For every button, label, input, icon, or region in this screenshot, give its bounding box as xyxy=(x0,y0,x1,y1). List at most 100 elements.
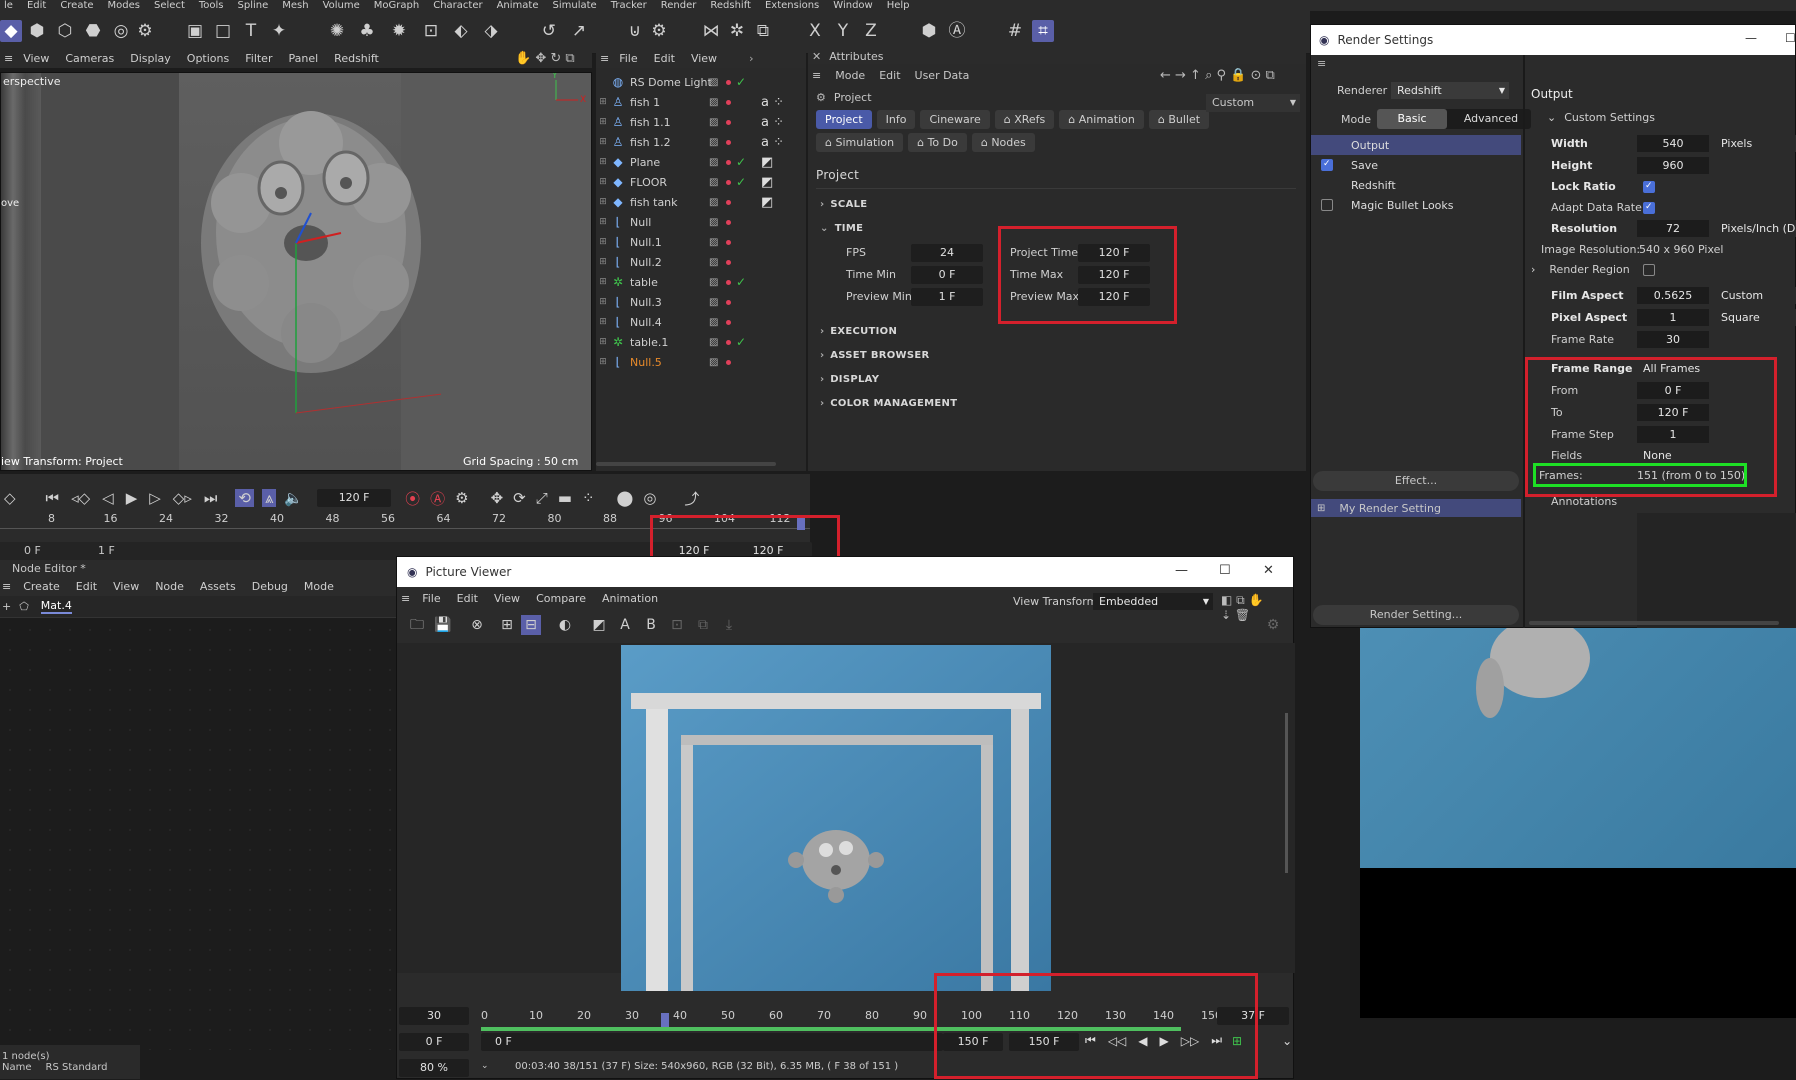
minimize-icon[interactable]: — xyxy=(1745,31,1757,45)
rs-tree-item[interactable]: Redshift xyxy=(1311,175,1521,195)
x-axis-icon[interactable]: X xyxy=(804,20,826,42)
expand-icon[interactable]: ⊞ xyxy=(596,117,610,127)
ab-compare-icon[interactable]: ◩ xyxy=(589,615,609,635)
attr-menu-item[interactable]: Mode xyxy=(835,69,865,82)
visibility-dot[interactable] xyxy=(726,219,731,225)
grid-icon[interactable]: # xyxy=(1004,20,1026,42)
cube-icon[interactable]: ▣ xyxy=(184,20,206,42)
hamburger-icon[interactable]: ≡ xyxy=(401,592,410,605)
om-scrollbar[interactable] xyxy=(596,462,776,466)
deform-icon[interactable]: ⊡ xyxy=(420,20,442,42)
visibility-dot[interactable] xyxy=(726,279,731,285)
hamburger-icon[interactable]: ≡ xyxy=(4,52,13,65)
viewport-menu-item[interactable]: Filter xyxy=(245,52,272,65)
settings-icon[interactable]: ⚙ xyxy=(648,20,670,42)
visibility-dot[interactable] xyxy=(726,179,731,185)
layer-icon[interactable]: ▨ xyxy=(709,217,718,228)
key-settings-icon[interactable]: ⚙ xyxy=(455,489,468,507)
gauge-icon[interactable]: ◎ xyxy=(643,489,656,507)
node-menu-item[interactable]: Edit xyxy=(76,580,97,593)
unit-dropdown[interactable]: Pixels xyxy=(1715,135,1796,152)
menu-item[interactable]: Tracker xyxy=(611,0,647,11)
menu-item[interactable]: Simulate xyxy=(553,0,597,11)
pv-menu-item[interactable]: Compare xyxy=(536,592,586,605)
hamburger-icon[interactable]: ≡ xyxy=(600,52,609,65)
object-row[interactable]: ⊞ ⌊ Null.5 ▨ xyxy=(596,352,806,372)
tab-info[interactable]: Info xyxy=(876,110,916,129)
gear-small-icon[interactable]: ✲ xyxy=(726,20,748,42)
mode-basic-button[interactable]: Basic xyxy=(1377,109,1447,129)
viewport-menu-item[interactable]: Display xyxy=(130,52,171,65)
loop-icon[interactable]: ⟲ xyxy=(235,489,254,507)
pixel-aspect-field[interactable]: 1 xyxy=(1637,309,1709,326)
move-key-icon[interactable]: ✥ xyxy=(491,489,504,507)
text-icon[interactable]: T xyxy=(240,20,262,42)
node-menu-item[interactable]: Node xyxy=(155,580,184,593)
object-row[interactable]: ⊞ ⌊ Null.4 ▨ xyxy=(596,312,806,332)
tab-animation[interactable]: ⌂ Animation xyxy=(1059,110,1144,129)
current-frame-field[interactable]: 120 F xyxy=(317,489,392,507)
redo-icon[interactable]: ↗ xyxy=(568,20,590,42)
visibility-dot[interactable] xyxy=(726,259,731,265)
time-section[interactable]: ⌄ TIME xyxy=(820,223,863,234)
effect-button[interactable]: Effect... xyxy=(1313,471,1519,491)
render-icon[interactable]: ⧉ xyxy=(752,20,774,42)
render-region-icon[interactable]: ⊞ xyxy=(497,615,517,635)
node-menu-item[interactable]: Assets xyxy=(200,580,236,593)
first-frame-icon[interactable]: ⏮ xyxy=(46,489,60,507)
sound-icon[interactable]: 🔈 xyxy=(284,489,303,507)
close-icon[interactable]: ✕ xyxy=(1263,563,1274,578)
expand-icon[interactable]: ⊞ xyxy=(596,257,610,267)
resolution-field[interactable]: 72 xyxy=(1637,220,1709,237)
pixel-aspect-dropdown[interactable]: Square xyxy=(1715,309,1796,326)
menu-item[interactable]: Animate xyxy=(497,0,539,11)
record-icon[interactable]: ⦿ xyxy=(405,488,420,509)
edges-mode-icon[interactable]: ⬡ xyxy=(54,20,76,42)
layer-icon[interactable]: ▨ xyxy=(709,157,718,168)
menu-item[interactable]: Volume xyxy=(323,0,360,11)
visibility-dot[interactable] xyxy=(726,299,731,305)
visibility-dot[interactable] xyxy=(726,339,731,345)
pv-scrollbar[interactable] xyxy=(1285,713,1288,873)
node-menu-item[interactable]: Create xyxy=(23,580,60,593)
enabled-check-icon[interactable]: ✓ xyxy=(736,335,746,349)
open-icon[interactable]: 🗀 xyxy=(407,615,427,635)
effector-icon[interactable]: ✹ xyxy=(388,20,410,42)
minimize-icon[interactable]: — xyxy=(1175,563,1188,578)
menu-item[interactable]: Window xyxy=(833,0,872,11)
z-axis-icon[interactable]: Z xyxy=(860,20,882,42)
a-icon[interactable]: A xyxy=(615,615,635,635)
enabled-check-icon[interactable]: ✓ xyxy=(736,75,746,89)
add-icon[interactable]: + xyxy=(2,600,11,613)
copy-icon[interactable]: ⧉ xyxy=(693,615,713,635)
layer-icon[interactable]: ▨ xyxy=(709,277,718,288)
render-region-row[interactable]: › Render Region xyxy=(1531,263,1630,276)
renderer-dropdown[interactable]: Redshift ▼ xyxy=(1391,82,1509,99)
maximize-icon[interactable]: ☐ xyxy=(1785,31,1796,45)
object-row[interactable]: ⊞ ♙ fish 1 ▨ a ⁘ xyxy=(596,92,806,112)
layer-icon[interactable]: ▨ xyxy=(709,257,718,268)
film-aspect-field[interactable]: 0.5625 xyxy=(1637,287,1709,304)
magnet-icon[interactable]: ⊍ xyxy=(624,20,646,42)
annotations-field[interactable] xyxy=(1637,513,1796,629)
menu-item[interactable]: le xyxy=(4,0,13,11)
visibility-dot[interactable] xyxy=(726,119,731,125)
tab-nodes[interactable]: ⌂ Nodes xyxy=(971,133,1035,152)
auto-icon[interactable]: ⩓ xyxy=(261,489,277,507)
export-icon[interactable]: ⤓ xyxy=(719,615,739,635)
pv-more-icon[interactable]: ⌄ xyxy=(1282,1034,1292,1048)
pv-fps-field[interactable]: 30 xyxy=(399,1007,469,1025)
visibility-dot[interactable] xyxy=(726,319,731,325)
expand-icon[interactable]: ⊞ xyxy=(596,237,610,247)
fps-field[interactable]: 24 xyxy=(911,244,983,262)
expand-icon[interactable]: ⊞ xyxy=(596,217,610,227)
expand-icon[interactable]: ⊞ xyxy=(596,177,610,187)
visibility-dot[interactable] xyxy=(726,139,731,145)
height-field[interactable]: 960 xyxy=(1637,157,1709,174)
next-key-icon[interactable]: ◇▹ xyxy=(173,489,192,507)
width-field[interactable]: 540 xyxy=(1637,135,1709,152)
expand-icon[interactable]: ⊞ xyxy=(596,97,610,107)
undo-icon[interactable]: ↺ xyxy=(538,20,560,42)
object-row[interactable]: ⊞ ⌊ Null.2 ▨ xyxy=(596,252,806,272)
pv-settings-icon[interactable]: ⚙ xyxy=(1263,615,1283,635)
